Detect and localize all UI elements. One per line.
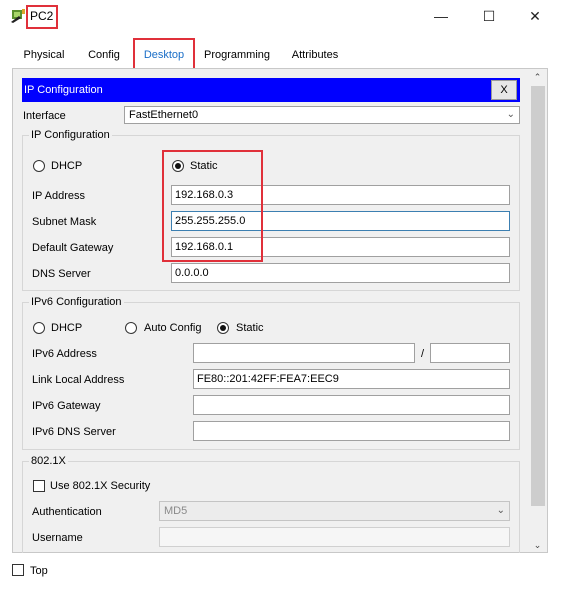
top-checkbox[interactable] — [12, 564, 24, 576]
interface-label: Interface — [23, 110, 66, 122]
use-8021x-security-label: Use 802.1X Security — [50, 480, 151, 492]
packet-tracer-app-icon — [10, 8, 26, 24]
close-panel-label: X — [500, 84, 508, 96]
ipv4-dhcp-radio[interactable] — [33, 160, 45, 172]
default-gateway-label: Default Gateway — [32, 242, 114, 254]
minimize-button[interactable]: — — [424, 4, 458, 28]
dns-server-label: DNS Server — [32, 268, 91, 280]
link-local-address-field[interactable]: FE80::201:42FF:FEA7:EEC9 — [193, 369, 510, 389]
tab-programming[interactable]: Programming — [200, 44, 274, 68]
interface-value: FastEthernet0 — [129, 109, 199, 121]
tab-config[interactable]: Config — [80, 44, 128, 68]
window-title: PC2 — [30, 9, 54, 23]
dns-server-field[interactable]: 0.0.0.0 — [171, 263, 510, 283]
ipv6-address-label: IPv6 Address — [32, 348, 97, 360]
ipv6-auto-config-label: Auto Config — [144, 322, 202, 334]
ipv4-dhcp-label: DHCP — [51, 160, 83, 172]
ipv6-address-field[interactable] — [193, 343, 415, 363]
minimize-icon: — — [434, 8, 448, 24]
ipv6-static-radio[interactable] — [217, 322, 229, 334]
maximize-icon: ☐ — [482, 7, 496, 24]
chevron-down-icon: ⌄ — [496, 505, 505, 516]
close-window-button[interactable]: ✕ — [518, 4, 552, 28]
username-label: Username — [32, 532, 83, 544]
username-field[interactable] — [159, 527, 510, 547]
ipv6-auto-config-radio[interactable] — [125, 322, 137, 334]
tab-strip: Physical Config Desktop Programming Attr… — [12, 44, 540, 71]
ipv6-group-title: IPv6 Configuration — [29, 296, 124, 308]
authentication-value: MD5 — [164, 505, 188, 517]
chevron-down-icon: ⌄ — [506, 109, 515, 120]
tab-desktop[interactable]: Desktop — [136, 44, 192, 71]
ipv6-dns-server-field[interactable] — [193, 421, 510, 441]
authentication-select[interactable]: MD5 ⌄ — [159, 501, 510, 521]
ipv6-dhcp-radio[interactable] — [33, 322, 45, 334]
scroll-down-icon[interactable]: ⌄ — [529, 540, 546, 551]
tab-attributes[interactable]: Attributes — [282, 44, 348, 68]
prefix-separator: / — [421, 348, 425, 360]
ip-address-field[interactable]: 192.168.0.3 — [171, 185, 510, 205]
top-label: Top — [30, 565, 48, 577]
ipv6-prefix-field[interactable] — [430, 343, 510, 363]
ipv6-dns-server-label: IPv6 DNS Server — [32, 426, 116, 438]
interface-select[interactable]: FastEthernet0 ⌄ — [124, 106, 520, 124]
ipv6-gateway-label: IPv6 Gateway — [32, 400, 101, 412]
ipv6-gateway-field[interactable] — [193, 395, 510, 415]
close-panel-button[interactable]: X — [491, 80, 517, 100]
use-8021x-security-checkbox[interactable] — [33, 480, 45, 492]
ipv4-group-title: IP Configuration — [29, 129, 112, 141]
maximize-button[interactable]: ☐ — [472, 4, 506, 28]
scroll-up-icon[interactable]: ⌃ — [529, 72, 546, 83]
ipv4-static-radio[interactable] — [172, 160, 184, 172]
ip-config-header: IP Configuration — [22, 78, 520, 102]
close-icon: ✕ — [529, 7, 541, 24]
subnet-mask-field[interactable]: 255.255.255.0 — [171, 211, 510, 231]
dot1x-group-title: 802.1X — [29, 455, 68, 467]
ipv6-static-label: Static — [236, 322, 264, 334]
authentication-label: Authentication — [32, 506, 102, 518]
ipv6-dhcp-label: DHCP — [51, 322, 83, 334]
link-local-address-label: Link Local Address — [32, 374, 125, 386]
ip-address-label: IP Address — [32, 190, 85, 202]
subnet-mask-label: Subnet Mask — [32, 216, 97, 228]
default-gateway-field[interactable]: 192.168.0.1 — [171, 237, 510, 257]
scrollbar-thumb[interactable] — [531, 86, 545, 506]
tab-physical[interactable]: Physical — [12, 44, 76, 68]
ipv4-static-label: Static — [190, 160, 218, 172]
